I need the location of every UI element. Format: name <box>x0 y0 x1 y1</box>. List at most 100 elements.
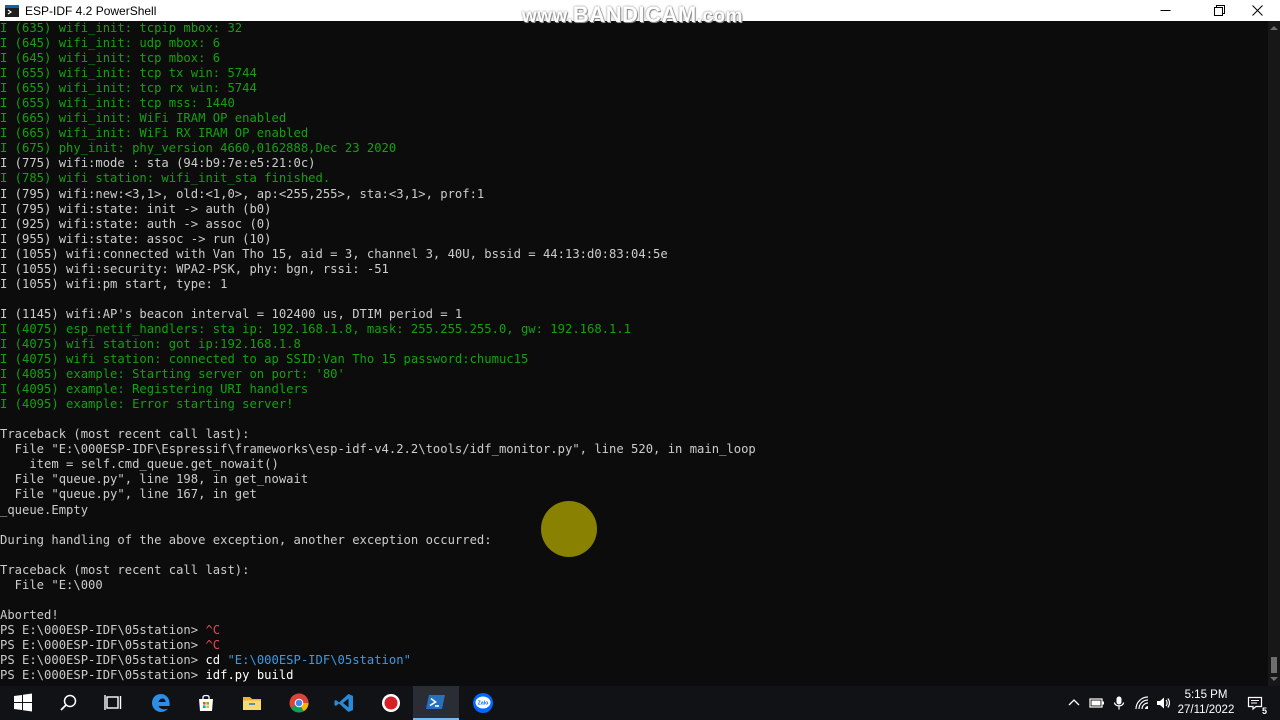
console-line: File "E:\000ESP-IDF\Espressif\frameworks… <box>0 442 756 457</box>
taskbar-vscode[interactable] <box>321 686 367 720</box>
console-line: I (645) wifi_init: tcp mbox: 6 <box>0 51 221 66</box>
task-view-icon <box>104 695 122 710</box>
scroll-up-icon[interactable] <box>1270 24 1278 32</box>
prompt-command: ^C <box>205 622 221 637</box>
taskbar-chrome[interactable] <box>276 686 322 720</box>
prompt-argument: "E:\000ESP-IDF\05station" <box>227 652 411 667</box>
close-icon <box>1251 5 1263 16</box>
task-view-button[interactable] <box>91 686 137 720</box>
console-line: I (955) wifi:state: assoc -> run (10) <box>0 231 272 246</box>
taskbar-powershell[interactable] <box>413 686 459 720</box>
tray-volume[interactable] <box>1154 686 1172 720</box>
tray-overflow-button[interactable] <box>1066 686 1082 720</box>
console-line: Aborted! <box>0 607 59 622</box>
search-button[interactable] <box>46 686 92 720</box>
volume-icon <box>1157 697 1171 709</box>
console-output[interactable]: I (635) wifi_init: tcpip mbox: 32 I (645)… <box>0 21 1268 686</box>
console-line: File "E:\000 <box>0 577 103 592</box>
prompt-line: PS E:\000ESP-IDF\05station> ^C <box>0 638 1268 653</box>
search-icon <box>60 694 77 711</box>
prompt-path: PS E:\000ESP-IDF\05station> <box>0 622 206 637</box>
record-icon <box>382 694 400 712</box>
prompt-path: PS E:\000ESP-IDF\05station> <box>0 668 206 683</box>
zalo-icon: Zalo <box>473 693 493 713</box>
chevron-up-icon <box>1068 699 1080 706</box>
console-line: I (1145) wifi:AP's beacon interval = 102… <box>0 306 463 321</box>
console-line: I (665) wifi_init: WiFi RX IRAM OP enabl… <box>0 126 309 141</box>
clock-time: 5:15 PM <box>1184 689 1228 701</box>
start-button[interactable] <box>0 686 46 720</box>
console-line: Traceback (most recent call last): <box>0 562 250 577</box>
console-line: I (4095) example: Registering URI handle… <box>0 382 309 397</box>
console-line: I (1055) wifi:security: WPA2-PSK, phy: b… <box>0 261 389 276</box>
taskbar-edge[interactable] <box>138 686 184 720</box>
scroll-down-icon[interactable] <box>1270 675 1278 683</box>
tray-wifi[interactable] <box>1133 686 1151 720</box>
console-line: I (635) wifi_init: tcpip mbox: 32 <box>0 21 243 35</box>
zalo-label: Zalo <box>478 701 489 707</box>
taskbar-clock[interactable]: 5:15 PM 27/11/2022 <box>1172 688 1240 718</box>
console-line: I (655) wifi_init: tcp rx win: 5744 <box>0 81 257 96</box>
prompt-command: ^C <box>205 637 221 652</box>
minimize-button[interactable] <box>1142 0 1188 21</box>
notification-count-badge: 5 <box>1262 706 1268 716</box>
file-explorer-icon <box>243 697 261 710</box>
prompt-path: PS E:\000ESP-IDF\05station> <box>0 637 206 652</box>
powershell-icon <box>426 695 445 709</box>
windows-start-icon <box>14 693 32 712</box>
mouse-cursor-highlight <box>541 501 597 557</box>
console-line: I (665) wifi_init: WiFi IRAM OP enabled <box>0 111 287 126</box>
console-line: I (675) phy_init: phy_version 4660,01628… <box>0 141 397 156</box>
store-icon <box>199 694 213 711</box>
console-line: I (925) wifi:state: auth -> assoc (0) <box>0 216 272 231</box>
console-line: File "queue.py", line 198, in get_nowait <box>0 472 309 487</box>
vertical-scrollbar[interactable] <box>1268 21 1280 686</box>
vscode-icon <box>334 694 353 712</box>
prompt-command: idf.py build <box>205 668 294 683</box>
console-line: I (4075) wifi station: got ip:192.168.1.… <box>0 336 301 351</box>
clock-date: 27/11/2022 <box>1177 704 1235 716</box>
battery-icon <box>1089 698 1104 708</box>
powershell-app-icon <box>5 4 19 17</box>
taskbar-bandicam[interactable] <box>368 686 414 720</box>
notification-icon <box>1247 696 1263 711</box>
minimize-icon <box>1160 10 1170 11</box>
tray-battery[interactable] <box>1088 686 1106 720</box>
restore-icon <box>1213 5 1225 16</box>
console-line: I (795) wifi:state: init -> auth (b0) <box>0 201 272 216</box>
scrollbar-thumb[interactable] <box>1271 657 1277 673</box>
console-line: I (775) wifi:mode : sta (94:b9:7e:e5:21:… <box>0 156 316 171</box>
console-line: File "queue.py", line 167, in get <box>0 487 257 502</box>
console-line: I (785) wifi station: wifi_init_sta fini… <box>0 171 331 186</box>
console-line: Traceback (most recent call last): <box>0 427 250 442</box>
prompt-command: cd <box>205 652 228 667</box>
console-line: I (4095) example: Error starting server! <box>0 397 294 412</box>
tray-microphone[interactable] <box>1110 686 1128 720</box>
edge-icon <box>152 694 170 712</box>
console-line: During handling of the above exception, … <box>0 532 492 547</box>
chrome-icon <box>289 693 309 713</box>
console-line: I (645) wifi_init: udp mbox: 6 <box>0 36 221 51</box>
close-button[interactable] <box>1234 0 1280 21</box>
console-line: I (4085) example: Starting server on por… <box>0 367 345 382</box>
console-line: I (1055) wifi:connected with Van Tho 15,… <box>0 246 668 261</box>
taskbar-zalo[interactable]: Zalo <box>460 686 506 720</box>
prompt-line: PS E:\000ESP-IDF\05station> ^C <box>0 623 1268 638</box>
console-line: I (4075) wifi station: connected to ap S… <box>0 352 529 367</box>
microphone-icon <box>1113 696 1125 710</box>
console-line: I (1055) wifi:pm start, type: 1 <box>0 276 228 291</box>
console-line: I (795) wifi:new:<3,1>, old:<1,0>, ap:<2… <box>0 186 485 201</box>
console-line: I (4075) esp_netif_handlers: sta ip: 192… <box>0 321 632 336</box>
window-title: ESP-IDF 4.2 PowerShell <box>25 3 157 18</box>
taskbar-file-explorer[interactable] <box>229 686 275 720</box>
console-line: _queue.Empty <box>0 502 89 517</box>
prompt-line: PS E:\000ESP-IDF\05station> cd "E:\000ES… <box>0 653 1268 668</box>
console-line: I (655) wifi_init: tcp tx win: 5744 <box>0 66 257 81</box>
prompt-line: PS E:\000ESP-IDF\05station> idf.py build <box>0 668 1268 683</box>
prompt-path: PS E:\000ESP-IDF\05station> <box>0 652 206 667</box>
taskbar-store[interactable] <box>183 686 229 720</box>
